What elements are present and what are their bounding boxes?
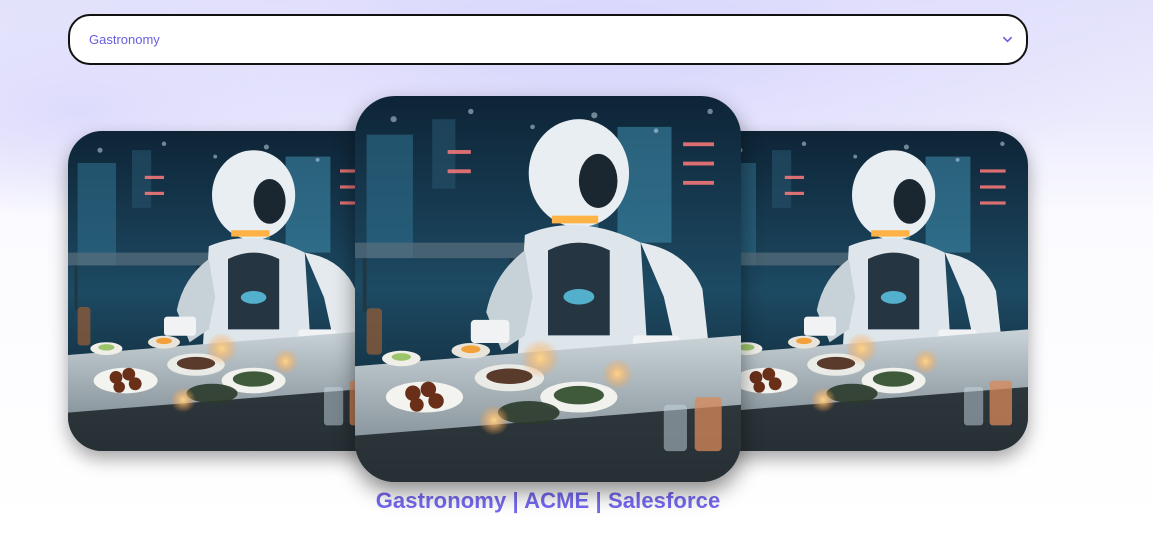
carousel-card-previous[interactable] — [68, 131, 388, 451]
dropdown-selected-value: Gastronomy — [89, 32, 160, 47]
chevron-down-icon — [1000, 33, 1014, 47]
robot-chef-image — [708, 131, 1028, 451]
category-dropdown[interactable]: Gastronomy — [68, 14, 1028, 65]
carousel-card-current[interactable] — [355, 96, 741, 482]
page: Gastronomy Gastronomy | ACME | Salesforc… — [0, 0, 1153, 533]
carousel-card-next[interactable] — [708, 131, 1028, 451]
robot-chef-image — [355, 96, 741, 482]
carousel-caption: Gastronomy | ACME | Salesforce — [375, 488, 721, 513]
robot-chef-image — [68, 131, 388, 451]
